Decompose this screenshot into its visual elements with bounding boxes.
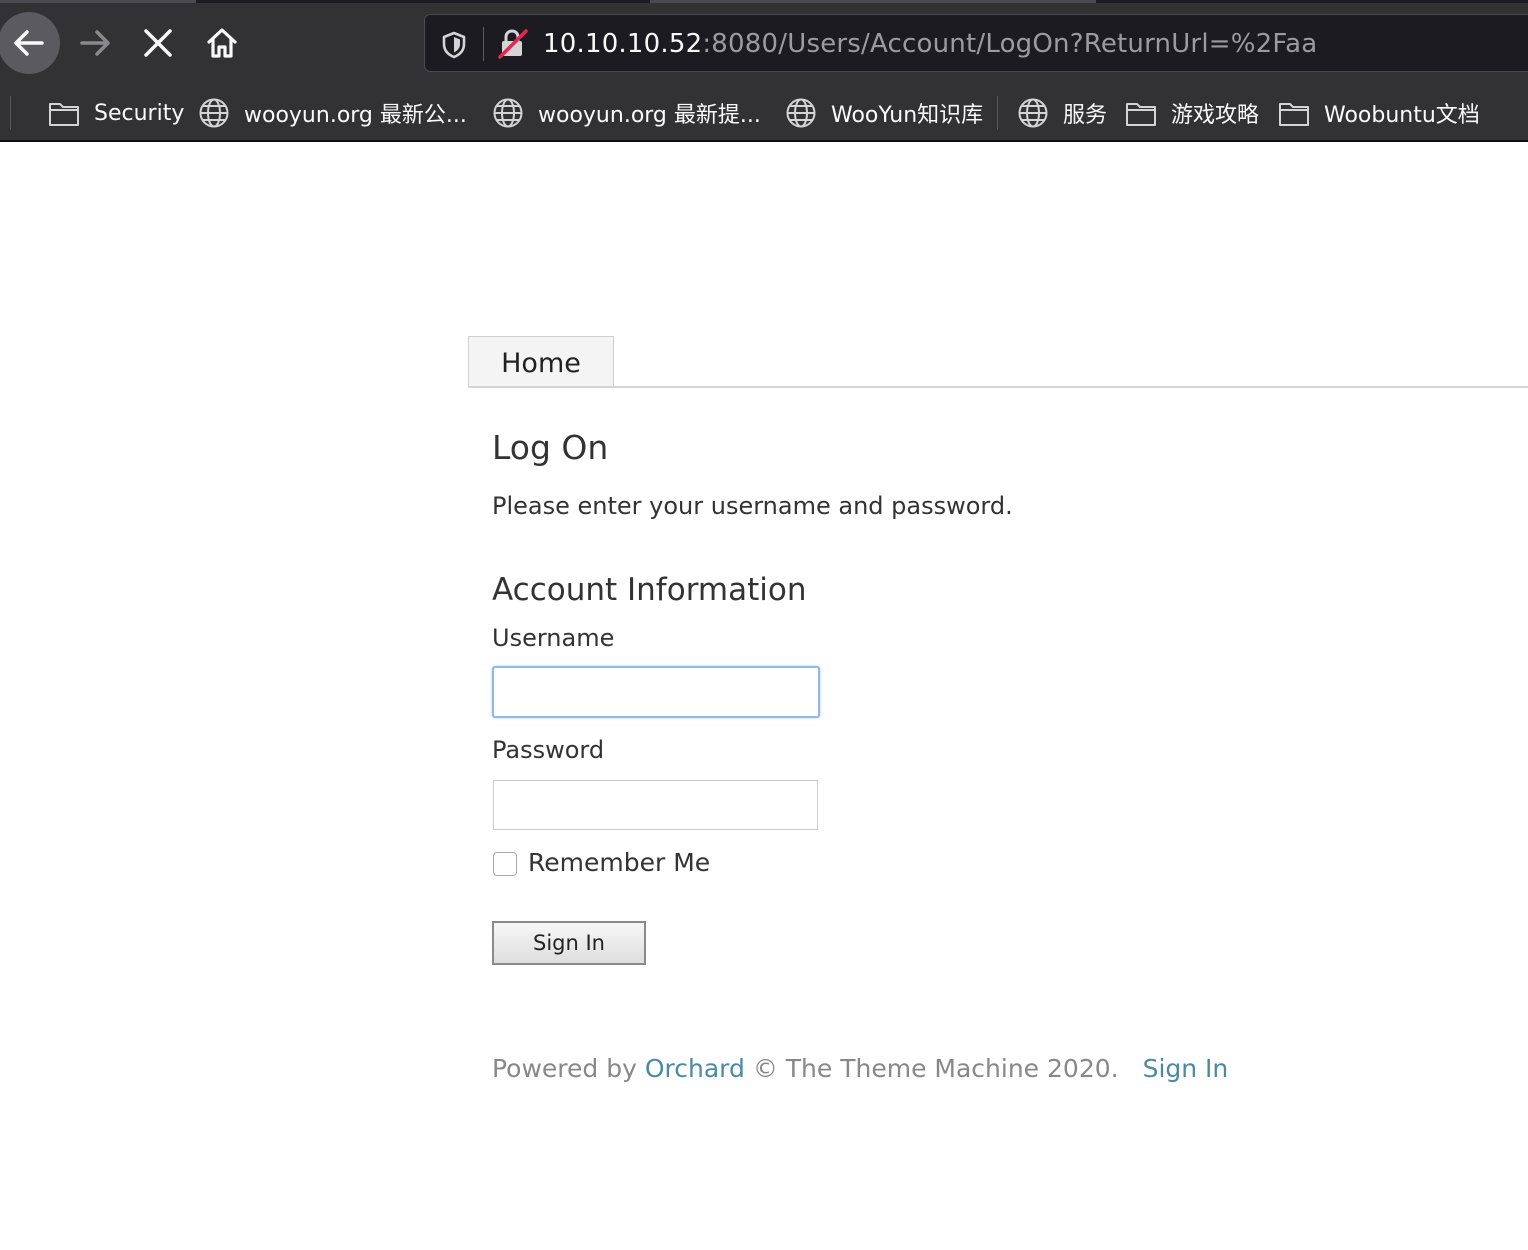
page-footer: Powered by Orchard © The Theme Machine 2…: [492, 1054, 1228, 1083]
site-navigation: Home: [468, 336, 1528, 388]
back-button[interactable]: [0, 12, 60, 74]
sign-in-button[interactable]: Sign In: [492, 921, 646, 965]
account-information-legend: Account Information: [492, 572, 807, 608]
bookmark-label: Woobuntu文档: [1324, 103, 1480, 128]
bookmark-wooyun-public[interactable]: wooyun.org 最新公...: [198, 96, 467, 130]
instructions-text: Please enter your username and password.: [492, 492, 1013, 520]
folder-icon: [1279, 103, 1309, 126]
url-host: 10.10.10.52: [543, 29, 703, 59]
bookmark-wooyun-kb[interactable]: WooYun知识库: [785, 96, 983, 130]
orchard-link[interactable]: Orchard: [645, 1054, 745, 1083]
globe-icon: [1018, 98, 1048, 128]
bookmark-label: WooYun知识库: [831, 103, 984, 128]
bookmark-services[interactable]: 服务: [1017, 96, 1107, 130]
shield-icon: [442, 31, 466, 59]
bookmark-label: wooyun.org 最新公...: [244, 103, 467, 128]
forward-button[interactable]: [64, 12, 126, 74]
bookmark-label: 服务: [1063, 103, 1108, 128]
insecure-lock-icon: [498, 29, 528, 59]
arrow-right-icon: [80, 30, 110, 56]
tab-strip: [0, 0, 1528, 3]
bookmark-game-guides[interactable]: 游戏攻略: [1125, 96, 1259, 130]
folder-icon: [1126, 103, 1156, 126]
browser-toolbar: 10.10.10.52:8080/Users/Account/LogOn?Ret…: [0, 0, 1528, 86]
close-icon: [144, 29, 172, 57]
nav-tab-home[interactable]: Home: [468, 336, 614, 386]
home-icon: [207, 28, 237, 58]
bookmark-wooyun-submit[interactable]: wooyun.org 最新提...: [492, 96, 761, 130]
arrow-left-icon: [14, 30, 44, 56]
globe-icon: [199, 98, 229, 128]
remember-me-label[interactable]: Remember Me: [528, 848, 710, 877]
username-input[interactable]: [492, 666, 820, 718]
bookmark-label: Security: [94, 100, 185, 126]
powered-by-text: Powered by: [492, 1054, 645, 1083]
password-label: Password: [492, 736, 605, 764]
bookmark-security[interactable]: Security: [48, 96, 184, 130]
url-path: :8080/Users/Account/LogOn?ReturnUrl=%2Fa…: [702, 29, 1318, 59]
bookmarks-toolbar: Security wooyun.org 最新公... wooyun.org 最新…: [0, 86, 1528, 142]
remember-me-checkbox[interactable]: [493, 852, 517, 876]
stop-button[interactable]: [127, 12, 189, 74]
bookmark-woobuntu-docs[interactable]: Woobuntu文档: [1278, 96, 1480, 130]
password-input[interactable]: [493, 780, 818, 830]
folder-icon: [49, 103, 79, 126]
url-text: 10.10.10.52:8080/Users/Account/LogOn?Ret…: [543, 27, 1317, 61]
copyright-text: © The Theme Machine 2020.: [744, 1054, 1119, 1083]
home-button[interactable]: [191, 12, 253, 74]
bookmark-label: wooyun.org 最新提...: [538, 103, 761, 128]
address-bar[interactable]: 10.10.10.52:8080/Users/Account/LogOn?Ret…: [424, 14, 1528, 72]
globe-icon: [493, 98, 523, 128]
page-title: Log On: [492, 428, 609, 467]
username-label: Username: [492, 624, 615, 652]
globe-icon: [786, 98, 816, 128]
bookmark-label: 游戏攻略: [1171, 103, 1260, 128]
footer-sign-in-link[interactable]: Sign In: [1143, 1054, 1229, 1083]
